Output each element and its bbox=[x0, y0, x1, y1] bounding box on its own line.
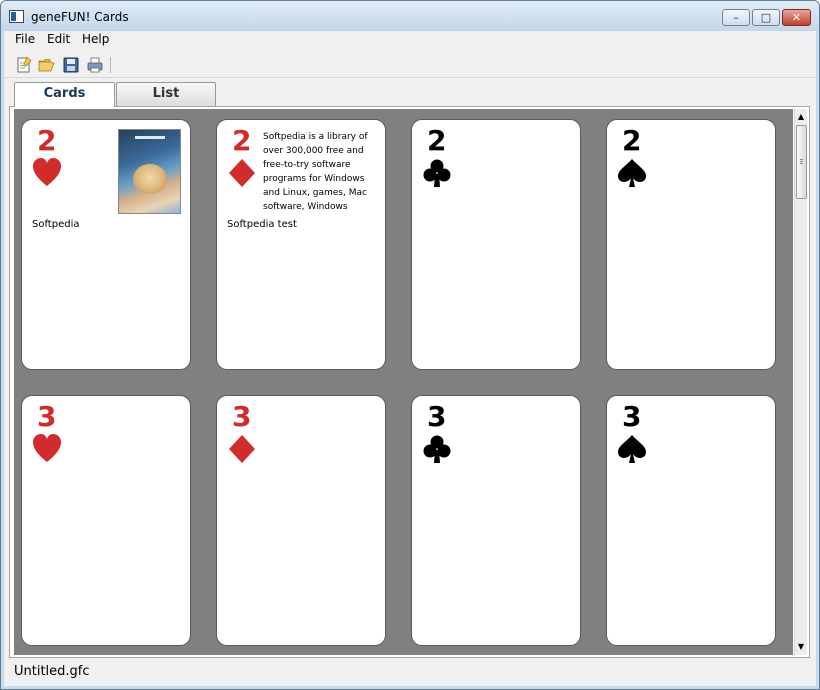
club-icon bbox=[423, 435, 451, 463]
card-title: Softpedia test bbox=[227, 219, 297, 230]
card-rank: 2 bbox=[37, 124, 57, 157]
card-rank: 3 bbox=[232, 400, 252, 433]
grip-line bbox=[800, 159, 803, 160]
cards-panel: 2 Softpedia 2 Softpedia is a library of … bbox=[9, 106, 810, 658]
card-2-clubs[interactable]: 2 bbox=[411, 119, 581, 370]
card-grid: 2 Softpedia 2 Softpedia is a library of … bbox=[14, 109, 793, 655]
card-rank: 2 bbox=[427, 124, 447, 157]
scroll-down-icon[interactable]: ▼ bbox=[795, 640, 807, 654]
title-bar[interactable]: geneFUN! Cards – □ ✕ bbox=[1, 1, 819, 31]
card-3-clubs[interactable]: 3 bbox=[411, 395, 581, 646]
heart-icon bbox=[33, 158, 61, 186]
heart-icon bbox=[33, 434, 61, 462]
status-filename: Untitled.gfc bbox=[14, 664, 90, 679]
logo-strip bbox=[135, 136, 165, 139]
card-2-hearts[interactable]: 2 Softpedia bbox=[21, 119, 191, 370]
card-rank: 3 bbox=[622, 400, 642, 433]
vertical-scrollbar[interactable]: ▲ ▼ bbox=[794, 109, 807, 655]
card-2-spades[interactable]: 2 bbox=[606, 119, 776, 370]
card-rank: 3 bbox=[37, 400, 57, 433]
tab-list[interactable]: List bbox=[116, 82, 216, 106]
menu-file[interactable]: File bbox=[15, 32, 35, 46]
card-rank: 3 bbox=[427, 400, 447, 433]
app-window: geneFUN! Cards – □ ✕ File Edit Help Card… bbox=[0, 0, 820, 690]
card-2-diamonds[interactable]: 2 Softpedia is a library of over 300,000… bbox=[216, 119, 386, 370]
window-controls: – □ ✕ bbox=[720, 9, 811, 26]
grip-line bbox=[800, 163, 803, 164]
save-icon[interactable] bbox=[62, 56, 80, 74]
scroll-thumb[interactable] bbox=[796, 125, 807, 199]
close-button[interactable]: ✕ bbox=[782, 9, 811, 26]
toolbar bbox=[4, 51, 816, 78]
spade-icon bbox=[618, 435, 646, 463]
menu-bar: File Edit Help bbox=[4, 31, 816, 48]
print-icon[interactable] bbox=[86, 56, 104, 74]
window-title: geneFUN! Cards bbox=[31, 10, 129, 24]
client-area: File Edit Help Cards List 2 Softpedia 2 … bbox=[4, 31, 816, 686]
minimize-button[interactable]: – bbox=[722, 9, 750, 26]
spade-icon bbox=[618, 159, 646, 187]
card-rank: 2 bbox=[232, 124, 252, 157]
card-3-diamonds[interactable]: 3 bbox=[216, 395, 386, 646]
grip-line bbox=[800, 161, 803, 162]
diamond-icon bbox=[229, 435, 255, 463]
maximize-button[interactable]: □ bbox=[752, 9, 780, 26]
status-bar: Untitled.gfc bbox=[4, 660, 816, 684]
card-3-hearts[interactable]: 3 bbox=[21, 395, 191, 646]
card-image bbox=[118, 129, 181, 214]
club-icon bbox=[423, 159, 451, 187]
card-3-spades[interactable]: 3 bbox=[606, 395, 776, 646]
scroll-up-icon[interactable]: ▲ bbox=[795, 110, 807, 124]
diamond-icon bbox=[229, 159, 255, 187]
menu-edit[interactable]: Edit bbox=[47, 32, 70, 46]
portrait-figure bbox=[133, 164, 167, 194]
open-folder-icon[interactable] bbox=[38, 56, 56, 74]
toolbar-separator bbox=[110, 57, 111, 73]
menu-help[interactable]: Help bbox=[82, 32, 109, 46]
card-title: Softpedia bbox=[32, 219, 80, 230]
tab-cards[interactable]: Cards bbox=[14, 82, 115, 107]
new-document-icon[interactable] bbox=[15, 56, 33, 74]
card-description: Softpedia is a library of over 300,000 f… bbox=[263, 132, 368, 212]
card-rank: 2 bbox=[622, 124, 642, 157]
app-icon bbox=[9, 10, 24, 23]
